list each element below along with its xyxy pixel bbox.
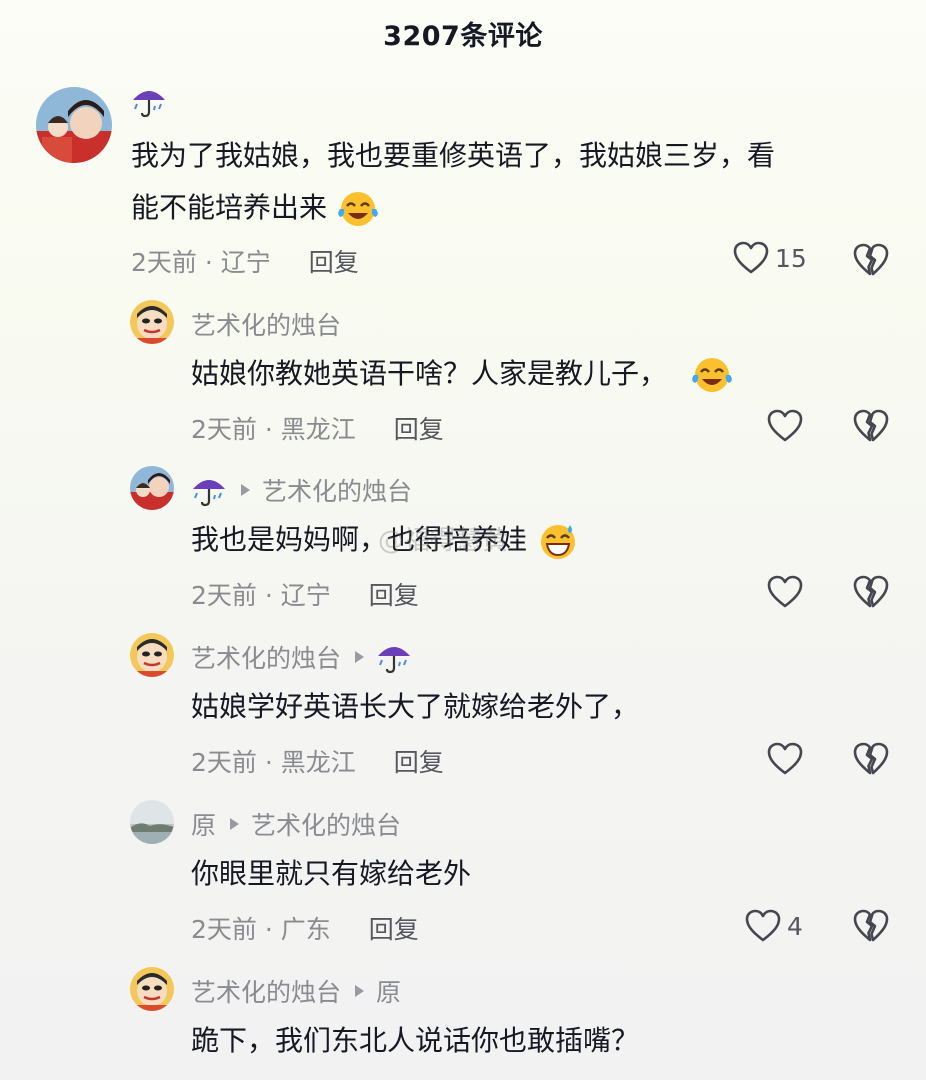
time-location: 2天前 · 辽宁: [191, 581, 331, 610]
username-label: 艺术化的烛台: [191, 311, 342, 340]
comment-text-line: 跪下，我们东北人说话你也敢插嘴？: [191, 1024, 640, 1057]
dislike-button[interactable]: [853, 409, 889, 443]
comment-text: 姑娘学好英语长大了就嫁给老外了，: [191, 681, 639, 733]
like-count: 15: [775, 243, 807, 273]
broken-heart-icon: [853, 742, 889, 775]
comment-count-title: 3207条评论: [383, 21, 543, 52]
comment-username[interactable]: 艺术化的烛台 原: [191, 973, 401, 1009]
avatar[interactable]: [130, 967, 174, 1011]
heart-outline-icon: [733, 241, 769, 274]
username-label: 原: [191, 811, 217, 840]
reply-arrow-icon: [230, 818, 240, 830]
reply-arrow-icon: [241, 484, 250, 496]
comment-username[interactable]: 艺术化的烛台: [191, 472, 412, 508]
reply-to-username[interactable]: 原: [376, 973, 401, 1009]
time-location: 2天前 · 辽宁: [131, 248, 271, 277]
dislike-button[interactable]: [853, 243, 889, 277]
broken-heart-icon: [853, 243, 889, 276]
like-button[interactable]: 15: [733, 241, 807, 275]
heart-outline-icon: [767, 575, 803, 608]
time-location: 2天前 · 广东: [191, 915, 331, 944]
comment-text-line: 能不能培养出来: [131, 191, 328, 224]
like-button[interactable]: [767, 409, 803, 443]
reply-button[interactable]: 回复: [394, 410, 444, 446]
avatar[interactable]: [130, 633, 174, 677]
like-button[interactable]: [767, 575, 803, 609]
reply-to-username[interactable]: 艺术化的烛台: [262, 472, 412, 508]
umbrella-icon: [133, 91, 165, 118]
comment-text: 你眼里就只有嫁给老外: [191, 848, 471, 900]
comment-text: 我为了我姑娘，我也要重修英语了，我姑娘三岁，看: [131, 130, 775, 182]
comment-meta: 2天前 · 辽宁 回复: [131, 243, 359, 279]
dislike-button[interactable]: [853, 742, 889, 776]
avatar[interactable]: [130, 466, 174, 510]
dislike-button[interactable]: [853, 575, 889, 609]
comments-page: 3207条评论 我为了我姑娘，我也要重修英语了，我姑娘三岁，看 能不能培养出来: [0, 0, 926, 1080]
reply-button[interactable]: 回复: [369, 910, 419, 946]
avatar[interactable]: [36, 87, 112, 163]
comment-text: 跪下，我们东北人说话你也敢插嘴？: [191, 1015, 639, 1067]
heart-outline-icon: [745, 909, 781, 942]
umbrella-icon: [378, 647, 411, 674]
comment-text-line: 我为了我姑娘，我也要重修英语了，我姑娘三岁，看: [131, 139, 776, 172]
comment-username[interactable]: 艺术化的烛台: [191, 306, 341, 342]
comment-meta: 2天前 · 广东 回复: [191, 910, 419, 946]
dislike-button[interactable]: [853, 909, 889, 943]
grinning-sweat-emoji-icon: [540, 525, 575, 559]
broken-heart-icon: [853, 909, 889, 942]
comment-text: 能不能培养出来: [131, 182, 380, 234]
avatar[interactable]: [130, 800, 174, 844]
crying-laughing-emoji-icon: [338, 192, 378, 226]
avatar[interactable]: [130, 300, 174, 344]
broken-heart-icon: [853, 409, 889, 442]
crying-laughing-emoji-icon: [692, 358, 732, 392]
reply-to-username[interactable]: 艺术化的烛台: [251, 806, 401, 842]
time-location: 2天前 · 黑龙江: [191, 748, 356, 777]
time-location: 2天前 · 黑龙江: [191, 415, 356, 444]
username-label: 艺术化的烛台: [191, 644, 342, 673]
like-count: 4: [787, 911, 803, 941]
comment-text-line: 姑娘你教她英语干啥？人家是教儿子，: [191, 357, 668, 390]
comment-meta: 2天前 · 辽宁 回复: [191, 576, 419, 612]
like-button[interactable]: 4: [745, 909, 803, 943]
comment-meta: 2天前 · 黑龙江 回复: [191, 743, 444, 779]
watermark: @福得慧黄: [378, 526, 509, 556]
umbrella-icon: [193, 480, 225, 507]
comment-meta: 2天前 · 黑龙江 回复: [191, 410, 444, 446]
broken-heart-icon: [853, 575, 889, 608]
like-button[interactable]: [767, 742, 803, 776]
comment-text-line: 姑娘学好英语长大了就嫁给老外了，: [191, 690, 640, 723]
comment-username[interactable]: 原 艺术化的烛台: [191, 806, 401, 842]
heart-outline-icon: [767, 409, 803, 442]
comment-text: 姑娘你教她英语干啥？人家是教儿子，: [191, 348, 734, 400]
reply-button[interactable]: 回复: [369, 576, 419, 612]
username-label: 艺术化的烛台: [191, 978, 342, 1007]
comment-username[interactable]: 艺术化的烛台: [191, 639, 412, 675]
reply-arrow-icon: [355, 985, 365, 997]
comment-text-line: 你眼里就只有嫁给老外: [191, 857, 472, 890]
reply-button[interactable]: 回复: [394, 743, 444, 779]
comment-username[interactable]: [131, 84, 167, 118]
reply-arrow-icon: [355, 651, 365, 663]
heart-outline-icon: [767, 742, 803, 775]
reply-button[interactable]: 回复: [309, 243, 359, 279]
